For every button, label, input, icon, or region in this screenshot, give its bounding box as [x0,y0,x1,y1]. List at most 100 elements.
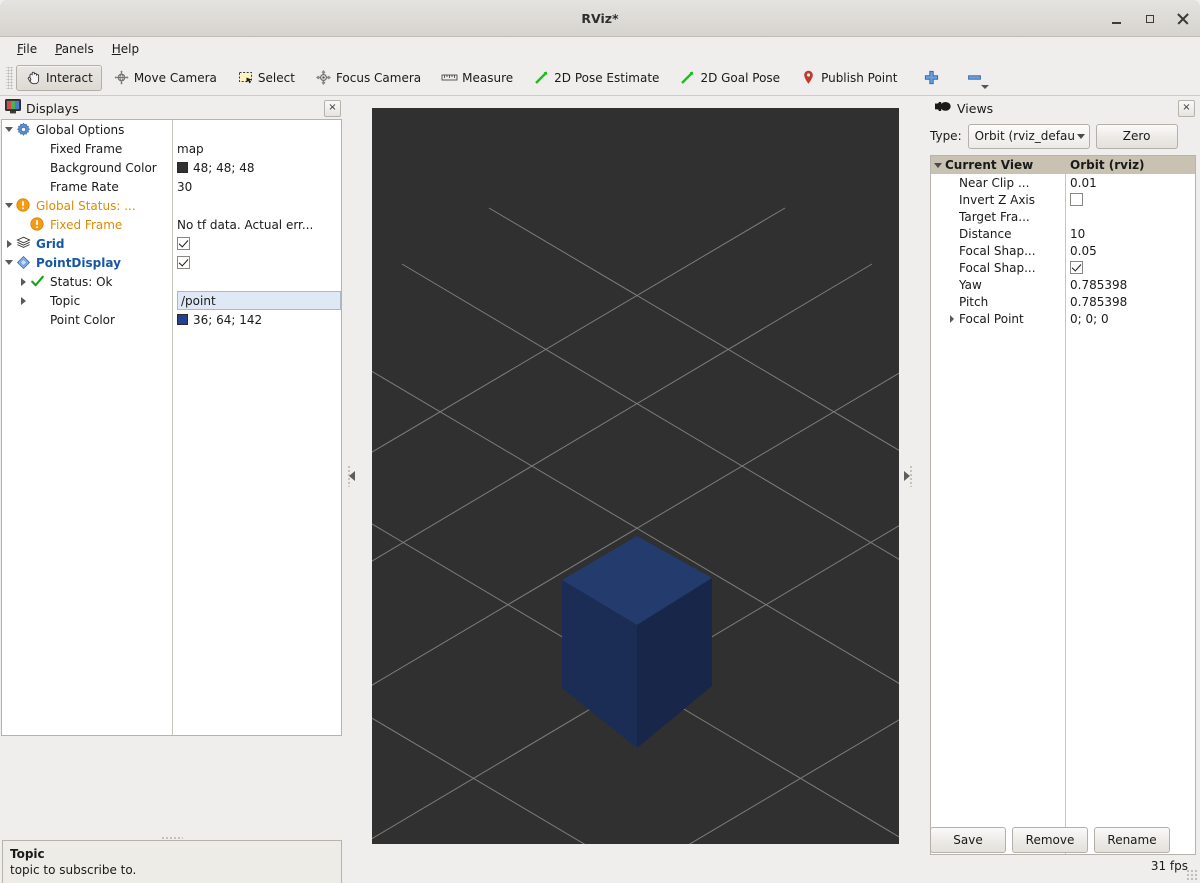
view-checkbox-focal-shape-fixed-size[interactable] [1070,261,1083,274]
tool-publish-point[interactable]: Publish Point [791,65,906,91]
view-value-distance: 10 [1070,227,1085,241]
display-value-point-color: 36; 64; 142 [193,313,262,327]
displays-panel-close-button[interactable]: × [324,100,341,117]
left-splitter[interactable] [345,108,359,844]
view-row-focal-shape-fixed-size[interactable]: Focal Shap... [931,259,1195,276]
tool-2d-goal-pose[interactable]: 2D Goal Pose [670,65,789,91]
menu-help[interactable]: Help [103,40,148,58]
display-row-fixed-frame[interactable]: Fixed Framemap [2,139,341,158]
map-pin-icon [800,69,817,86]
icon-spacer [30,312,46,328]
tool-2d-pose-estimate[interactable]: 2D Pose Estimate [524,65,668,91]
views-panel-close-button[interactable]: × [1178,100,1195,117]
display-row-point-display[interactable]: PointDisplay [2,253,341,272]
display-row-point-color[interactable]: Point Color36; 64; 142 [2,310,341,329]
display-enabled-checkbox[interactable] [177,237,190,250]
menu-help-label: elp [121,42,139,56]
twisty-expanded[interactable] [2,253,16,272]
tool-move-camera[interactable]: Move Camera [104,65,226,91]
tool-interact[interactable]: Interact [16,65,102,91]
view-type-value: Orbit (rviz_defau [975,129,1074,143]
warning-icon [30,217,46,233]
maximize-icon[interactable] [1142,11,1158,27]
twisty-spacer [16,215,30,234]
display-row-status-ok[interactable]: Status: Ok [2,272,341,291]
tool-2d-goal-pose-label: 2D Goal Pose [700,71,780,85]
current-view-twisty[interactable] [931,157,945,174]
right-splitter[interactable] [900,108,914,844]
topic-edit-field[interactable]: /point [177,291,341,310]
tool-select-label: Select [258,71,295,85]
tool-add-panel[interactable] [914,65,949,91]
minimize-icon[interactable] [1109,11,1125,27]
color-swatch[interactable] [177,162,188,173]
remove-view-button[interactable]: Remove [1012,827,1088,853]
view-type-label: Type: [930,129,962,143]
view-type-combobox[interactable]: Orbit (rviz_defau [968,124,1090,149]
view-label-near-clip: Near Clip ... [959,176,1029,190]
view-type-row: Type: Orbit (rviz_defau Zero [930,123,1196,149]
display-row-topic[interactable]: Topic/point [2,291,341,310]
views-tree[interactable]: Current View Orbit (rviz) Near Clip ... 0… [930,155,1196,855]
view-label-focal-shape-fixed-size: Focal Shap... [959,261,1036,275]
twisty-collapsed[interactable] [16,291,30,310]
tool-measure-label: Measure [462,71,513,85]
display-row-global-options[interactable]: Global Options [2,120,341,139]
tool-interact-label: Interact [46,71,93,85]
chevron-down-icon[interactable] [981,85,989,89]
close-icon[interactable] [1175,11,1191,27]
icon-spacer [30,179,46,195]
3d-render-view[interactable] [372,108,899,844]
menu-panels[interactable]: Panels [46,40,103,58]
twisty-spacer [945,259,959,276]
display-row-status-fixed-frame[interactable]: Fixed FrameNo tf data. Actual err... [2,215,341,234]
tool-measure[interactable]: Measure [432,65,522,91]
zero-button[interactable]: Zero [1096,124,1178,149]
view-label-distance: Distance [959,227,1011,241]
display-row-background-color[interactable]: Background Color48; 48; 48 [2,158,341,177]
twisty-expanded[interactable] [2,120,16,139]
twisty-expanded[interactable] [2,196,16,215]
hand-cursor-icon [25,69,42,86]
twisty-spacer [945,293,959,310]
view-value-near-clip: 0.01 [1070,176,1097,190]
view-row-distance[interactable]: Distance 10 [931,225,1195,242]
window-resize-grip[interactable] [1186,869,1198,881]
icon-spacer [30,160,46,176]
rename-view-button[interactable]: Rename [1094,827,1170,853]
view-row-near-clip[interactable]: Near Clip ... 0.01 [931,174,1195,191]
view-row-focal-shape-size[interactable]: Focal Shap...0.05 [931,242,1195,259]
view-row-pitch[interactable]: Pitch0.785398 [931,293,1195,310]
view-row-focal-point[interactable]: Focal Point0; 0; 0 [931,310,1195,327]
diamond-icon [16,255,32,271]
view-row-invert-z-axis[interactable]: Invert Z Axis [931,191,1195,208]
display-row-global-status[interactable]: Global Status: ... [2,196,341,215]
view-checkbox-invert-z-axis[interactable] [1070,193,1083,206]
display-label-point-display: PointDisplay [36,256,121,270]
display-label-grid: Grid [36,237,64,251]
menu-file[interactable]: File [8,40,46,58]
views-buttons-row: Save Remove Rename [930,827,1170,853]
toolbar-grip[interactable] [6,67,13,89]
twisty-collapsed[interactable] [16,272,30,291]
tool-focus-camera[interactable]: Focus Camera [306,65,430,91]
save-view-button[interactable]: Save [930,827,1006,853]
display-row-frame-rate[interactable]: Frame Rate30 [2,177,341,196]
twisty-collapsed[interactable] [2,234,16,253]
display-label-background-color: Background Color [50,161,157,175]
tool-select[interactable]: Select [228,65,304,91]
displays-tree[interactable]: Global OptionsFixed FramemapBackground C… [1,119,342,736]
display-row-grid[interactable]: Grid [2,234,341,253]
view-row-yaw[interactable]: Yaw0.785398 [931,276,1195,293]
display-enabled-checkbox[interactable] [177,256,190,269]
view-row-target-frame[interactable]: Target Fra... [931,208,1195,225]
twisty-collapsed[interactable] [945,310,959,327]
rviz-window: RViz* File Panels Help Interact [0,0,1200,883]
twisty-spacer [945,191,959,208]
property-help-box: Topic topic to subscribe to. [2,840,342,883]
color-swatch[interactable] [177,314,188,325]
tool-remove-panel[interactable] [957,65,992,91]
views-header-left-label: Current View [945,158,1033,172]
views-tree-header[interactable]: Current View Orbit (rviz) [931,156,1195,174]
view-label-pitch: Pitch [959,295,988,309]
